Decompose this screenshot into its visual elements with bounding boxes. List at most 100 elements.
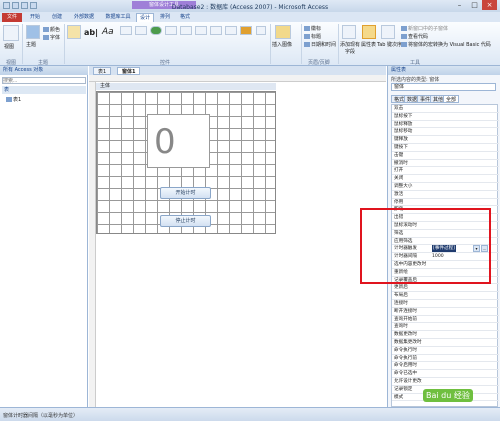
- property-label: 断开连接时: [394, 308, 417, 314]
- insert-image-icon[interactable]: [275, 25, 291, 39]
- property-row[interactable]: 鼠标释放: [392, 121, 499, 129]
- navigation-pane: 所有 Access 对象 表 表1: [0, 66, 88, 407]
- hyperlink-icon[interactable]: [150, 26, 162, 35]
- property-row[interactable]: 鼠标按下: [392, 113, 499, 121]
- tab-home[interactable]: 开始: [26, 13, 44, 22]
- group-label-views: 视图: [6, 60, 17, 66]
- maximize-icon[interactable]: □: [467, 0, 482, 10]
- textbox-control-button[interactable]: ab|: [84, 28, 98, 37]
- tab-format[interactable]: 格式: [176, 13, 194, 22]
- property-row[interactable]: 允许设计更改: [392, 378, 499, 386]
- logo-button[interactable]: 徽标: [304, 25, 321, 32]
- property-label: 击键: [394, 152, 404, 158]
- nav-header[interactable]: 所有 Access 对象: [0, 66, 88, 75]
- property-sheet-label[interactable]: 属性表: [361, 41, 376, 48]
- start-timer-button[interactable]: 开始计时: [160, 187, 211, 199]
- property-row[interactable]: 查询开始前: [392, 316, 499, 324]
- tab-database-tools[interactable]: 数据库工具: [102, 13, 134, 22]
- property-row[interactable]: 鼠标移动: [392, 128, 499, 137]
- counter-label[interactable]: 0: [147, 114, 210, 168]
- property-label: 数据集更改时: [394, 340, 422, 345]
- status-bar: 窗体计时器间隔（以毫秒为单位）: [0, 407, 500, 421]
- property-row[interactable]: 布局后: [392, 292, 499, 300]
- colors-button[interactable]: 颜色: [43, 26, 60, 33]
- add-fields-icon[interactable]: [342, 25, 356, 39]
- chart-icon[interactable]: [240, 26, 252, 35]
- property-row[interactable]: 双击: [392, 105, 499, 113]
- property-label: 撤消时: [394, 160, 408, 166]
- select-icon[interactable]: [67, 25, 81, 39]
- highlight-box: [360, 208, 491, 284]
- view-button-label[interactable]: 视图: [4, 43, 14, 50]
- property-label: 查询开始前: [394, 316, 417, 322]
- property-row[interactable]: 击键: [392, 152, 499, 160]
- property-label: 命令执行前: [394, 355, 417, 361]
- theme-button-label[interactable]: 主题: [26, 41, 36, 48]
- property-row[interactable]: 断开连接时: [392, 308, 499, 316]
- tab-arrange[interactable]: 排列: [156, 13, 174, 22]
- property-row[interactable]: 命令已选中: [392, 370, 499, 378]
- insert-image-label[interactable]: 插入图像: [272, 41, 292, 48]
- nav-search-input[interactable]: [2, 77, 86, 84]
- minimize-icon[interactable]: –: [452, 0, 467, 10]
- property-row[interactable]: 停用: [392, 199, 499, 207]
- button-control-icon[interactable]: [120, 26, 132, 35]
- add-fields-label[interactable]: 添加现有字段: [340, 41, 360, 55]
- stop-timer-button[interactable]: 停止计时: [160, 215, 211, 227]
- view-code-button[interactable]: 查看代码: [401, 33, 428, 40]
- property-row[interactable]: 键释放: [392, 136, 499, 144]
- property-row[interactable]: 连接时: [392, 300, 499, 308]
- theme-icon[interactable]: [26, 25, 40, 39]
- controls-more-icon[interactable]: [256, 26, 266, 35]
- property-row[interactable]: 命令启用时: [392, 362, 499, 371]
- detail-section-bar[interactable]: 主体: [96, 83, 276, 90]
- property-row[interactable]: 调整大小: [392, 183, 499, 191]
- property-label: 查询时: [394, 324, 408, 330]
- property-label: 命令已选中: [394, 371, 417, 377]
- page-break-icon[interactable]: [210, 26, 222, 35]
- property-row[interactable]: 打开: [392, 167, 499, 176]
- tab-file[interactable]: 文件: [2, 13, 22, 22]
- doc-tab-form1[interactable]: 窗体1: [117, 67, 141, 75]
- web-browser-icon[interactable]: [165, 26, 177, 35]
- property-row[interactable]: 命令执行时: [392, 347, 499, 355]
- property-label: 调整大小: [394, 184, 413, 189]
- nav-item-table1[interactable]: 表1: [6, 96, 21, 103]
- property-row[interactable]: 查询时: [392, 323, 499, 332]
- option-group-icon[interactable]: [195, 26, 207, 35]
- subform-new-window-button[interactable]: 新窗口中的子窗体: [401, 25, 448, 32]
- colors-icon: [43, 27, 49, 32]
- view-icon[interactable]: [3, 25, 19, 41]
- navigation-control-icon[interactable]: [180, 26, 192, 35]
- property-row[interactable]: 键按下: [392, 144, 499, 152]
- tab-external-data[interactable]: 外部数据: [70, 13, 98, 22]
- nav-category-tables[interactable]: 表: [2, 86, 86, 94]
- tab-create[interactable]: 创建: [48, 13, 66, 22]
- title-button[interactable]: 标题: [304, 33, 321, 40]
- label-control-button[interactable]: Aa: [102, 27, 114, 37]
- property-row[interactable]: 数据集更改时: [392, 339, 499, 347]
- property-row[interactable]: 数据更改时: [392, 331, 499, 339]
- form-design-surface: 主体 0 开始计时 停止计时: [89, 75, 386, 407]
- property-label: 激活: [394, 191, 404, 197]
- tab-order-icon[interactable]: [381, 25, 395, 39]
- document-tab-bar: 表1 窗体1: [89, 66, 386, 75]
- datetime-button[interactable]: 日期和时间: [304, 41, 336, 48]
- fonts-button[interactable]: 字体: [43, 34, 60, 41]
- tab-design[interactable]: 设计: [136, 13, 154, 22]
- close-icon[interactable]: ×: [482, 0, 497, 10]
- combo-box-icon[interactable]: [225, 26, 237, 35]
- tab-order-label[interactable]: Tab 键次序: [377, 41, 402, 48]
- convert-macros-button[interactable]: 将窗体的宏转换为 Visual Basic 代码: [401, 41, 491, 48]
- property-sheet-icon[interactable]: [362, 25, 376, 39]
- property-row[interactable]: 命令执行前: [392, 355, 499, 363]
- object-selector[interactable]: 窗体: [391, 83, 496, 91]
- prop-tab-all[interactable]: 全部: [443, 95, 460, 103]
- property-row[interactable]: 关闭: [392, 175, 499, 183]
- property-row[interactable]: 撤消时: [392, 160, 499, 168]
- property-sheet-title: 属性表: [388, 66, 500, 75]
- property-row[interactable]: 激活: [392, 191, 499, 199]
- property-row[interactable]: 更新后: [392, 284, 499, 293]
- tab-control-icon[interactable]: [135, 26, 147, 35]
- doc-tab-table1[interactable]: 表1: [93, 67, 112, 75]
